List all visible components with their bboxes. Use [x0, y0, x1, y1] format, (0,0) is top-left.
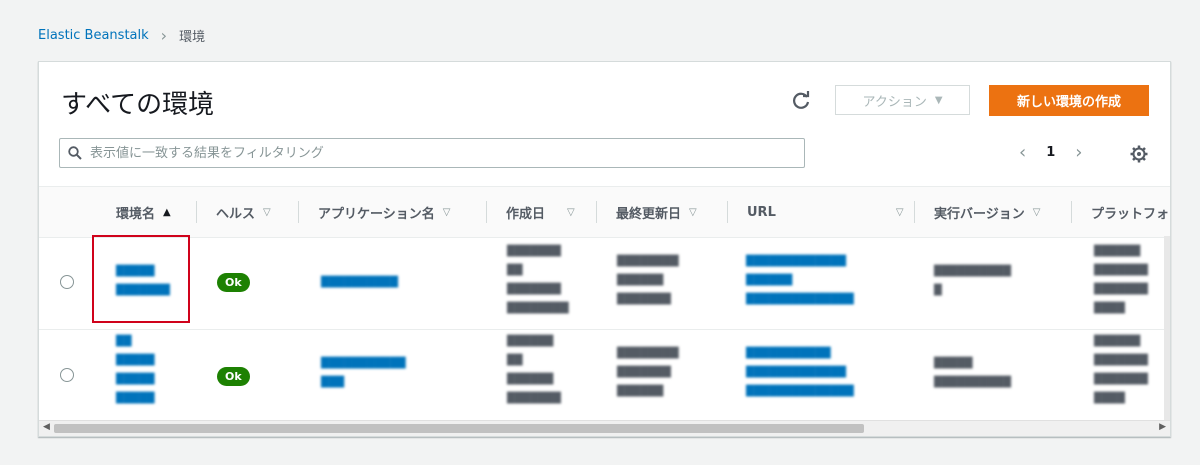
environments-panel: すべての環境 アクション ▼ 新しい環境の作成 ‹ 1 › 環境名 — [38, 61, 1171, 437]
column-header-env-name[interactable]: 環境名 ▲ — [96, 187, 196, 237]
next-page-icon[interactable]: › — [1075, 142, 1082, 163]
created-date: ██████ ██ ██████ ███████ — [507, 336, 561, 404]
application-name-link[interactable]: ██████████ — [321, 273, 471, 292]
column-header-url[interactable]: URL ▽ — [727, 187, 913, 237]
table-header: 環境名 ▲ ヘルス ▽ アプリケーション名 ▽ 作成日 ▽ 最終更新日 ▽ UR… — [39, 186, 1170, 238]
column-label: 最終更新日 — [616, 206, 682, 222]
column-header-running-version[interactable]: 実行バージョン ▽ — [914, 187, 1069, 237]
column-label: ヘルス — [216, 206, 256, 222]
table-row: █████ ███████ Ok ██████████ ███████ ██ █… — [39, 236, 1170, 328]
page-title: すべての環境 — [61, 90, 215, 120]
create-environment-button[interactable]: 新しい環境の作成 — [989, 85, 1149, 116]
triangle-up-icon: ▲ — [163, 206, 171, 218]
column-label: 実行バージョン — [934, 206, 1025, 222]
created-date: ███████ ██ ███████ ████████ — [507, 246, 569, 314]
triangle-down-icon: ▽ — [1032, 206, 1041, 218]
filter-input[interactable] — [88, 144, 804, 162]
highlight-box — [92, 235, 190, 323]
environment-url-link[interactable]: █████████████ ██████ ██████████████ — [746, 252, 906, 309]
refresh-icon[interactable] — [789, 89, 813, 113]
application-name-link[interactable]: ███████████ ███ — [321, 354, 471, 392]
platform: ██████ ███████ ███████ ████ — [1094, 246, 1148, 314]
current-page-number[interactable]: 1 — [1046, 145, 1055, 160]
column-label: アプリケーション名 — [318, 206, 435, 222]
triangle-down-icon: ▽ — [895, 206, 904, 218]
filter-box[interactable] — [59, 138, 805, 168]
row-select-radio[interactable] — [60, 368, 74, 382]
health-status-badge: Ok — [217, 367, 250, 386]
triangle-down-icon: ▽ — [567, 206, 575, 218]
column-label: 環境名 — [116, 206, 156, 222]
column-header-platform[interactable]: プラットフォ — [1071, 187, 1170, 237]
table-row: ██ █████ █████ █████ Ok ███████████ ███ … — [39, 329, 1170, 422]
column-header-updated[interactable]: 最終更新日 ▽ — [596, 187, 726, 237]
gear-icon[interactable] — [1129, 144, 1149, 164]
breadcrumb-elastic-beanstalk[interactable]: Elastic Beanstalk — [38, 28, 149, 43]
actions-label: アクション — [862, 94, 927, 110]
horizontal-scrollbar[interactable]: ◀ ▶ — [39, 420, 1170, 436]
pagination: ‹ 1 › — [1019, 142, 1082, 163]
env-name-link[interactable]: ██ █████ █████ █████ — [116, 332, 186, 408]
column-header-created[interactable]: 作成日 ▽ — [486, 187, 594, 237]
scroll-right-icon[interactable]: ▶ — [1159, 422, 1166, 432]
updated-date: ████████ ███████ ██████ — [617, 348, 679, 397]
scroll-left-icon[interactable]: ◀ — [43, 422, 50, 432]
updated-date: ████████ ██████ ███████ — [617, 256, 679, 305]
search-icon — [68, 146, 82, 160]
previous-page-icon[interactable]: ‹ — [1019, 142, 1026, 163]
column-header-health[interactable]: ヘルス ▽ — [196, 187, 296, 237]
breadcrumb: Elastic Beanstalk › 環境 — [38, 26, 205, 45]
triangle-down-icon: ▽ — [442, 206, 451, 218]
vertical-scrollbar[interactable] — [1164, 236, 1170, 420]
running-version: █████ ██████████ — [934, 358, 1011, 388]
scrollbar-thumb[interactable] — [54, 424, 864, 433]
running-version: ██████████ █ — [934, 266, 1011, 296]
column-header-app-name[interactable]: アプリケーション名 ▽ — [298, 187, 484, 237]
row-select-radio[interactable] — [60, 275, 74, 289]
actions-dropdown-button[interactable]: アクション ▼ — [835, 85, 970, 115]
health-status-badge: Ok — [217, 273, 250, 292]
column-label: 作成日 — [506, 206, 546, 222]
environment-url-link[interactable]: ███████████ █████████████ ██████████████ — [746, 344, 906, 401]
triangle-down-icon: ▽ — [263, 206, 271, 218]
breadcrumb-separator-icon: › — [160, 26, 168, 45]
platform: ██████ ███████ ███████ ████ — [1094, 336, 1148, 404]
triangle-down-icon: ▽ — [689, 206, 697, 218]
column-label: プラットフォ — [1091, 206, 1170, 222]
breadcrumb-current: 環境 — [179, 30, 206, 45]
caret-down-icon: ▼ — [934, 94, 943, 106]
column-label: URL — [747, 204, 776, 220]
